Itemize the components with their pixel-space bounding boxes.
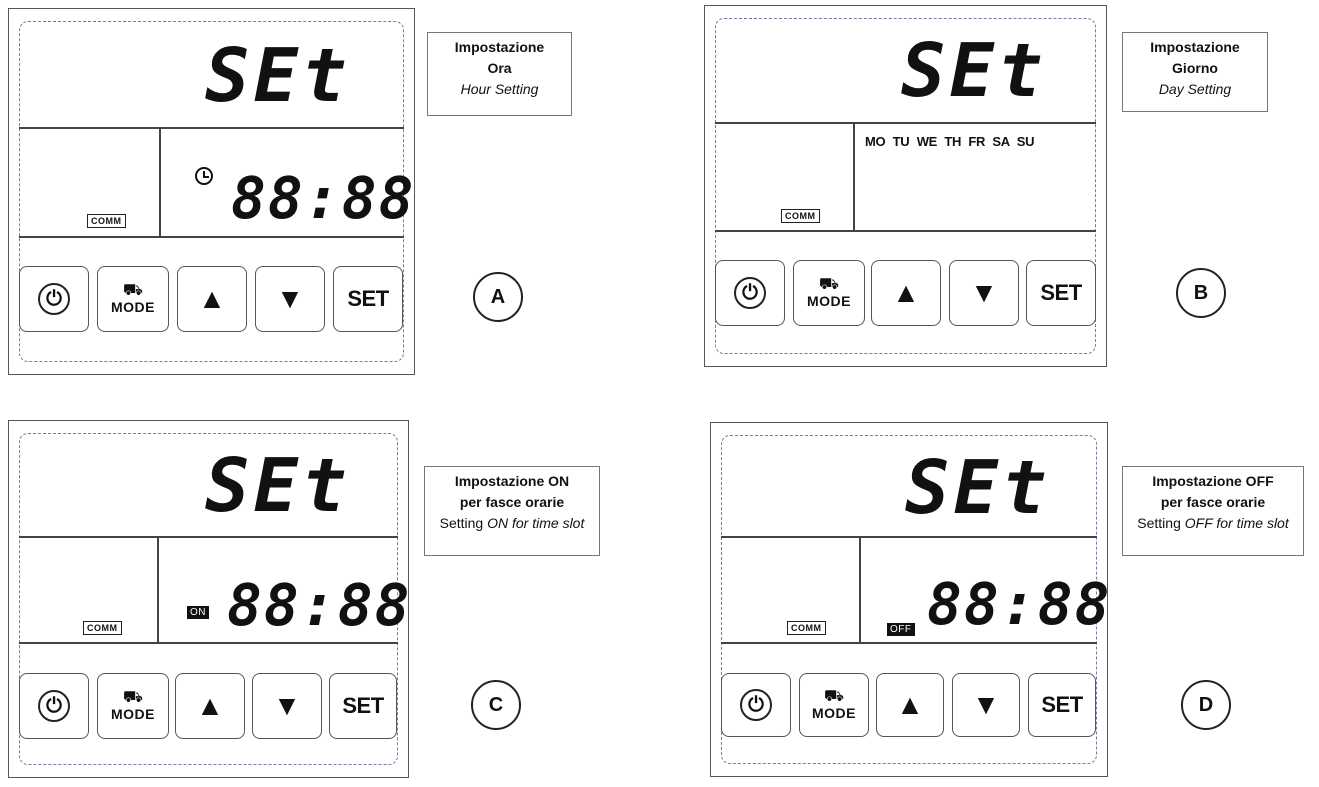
panel-letter-b: B bbox=[1176, 268, 1226, 318]
set-button[interactable]: SET bbox=[333, 266, 403, 332]
set-display: SEt bbox=[205, 443, 351, 529]
comm-indicator: COMM bbox=[781, 209, 820, 223]
callout-a-line2: Ora bbox=[487, 60, 512, 76]
up-button[interactable]: ▲ bbox=[876, 673, 944, 737]
callout-d-line1: Impostazione OFF bbox=[1152, 473, 1274, 489]
off-indicator: OFF bbox=[887, 623, 915, 636]
down-arrow-icon: ▼ bbox=[273, 690, 301, 721]
panel-letter-a: A bbox=[473, 272, 523, 322]
callout-c-line3-plain: Setting bbox=[439, 515, 488, 531]
callout-a-line3: Hour Setting bbox=[460, 81, 539, 97]
panel-letter-c: C bbox=[471, 680, 521, 730]
time-display: 88:88 bbox=[927, 570, 1112, 638]
mode-button[interactable]: ⛟ MODE bbox=[793, 260, 865, 326]
power-button[interactable]: ⏻ bbox=[19, 266, 89, 332]
callout-b-line1: Impostazione bbox=[1150, 39, 1240, 55]
callout-a-line1: Impostazione bbox=[454, 39, 545, 55]
up-arrow-icon: ▲ bbox=[892, 277, 920, 308]
set-display: SEt bbox=[905, 445, 1051, 531]
divider-upper bbox=[715, 122, 1096, 124]
divider-vertical bbox=[853, 124, 855, 230]
set-button-label: SET bbox=[1040, 280, 1082, 305]
callout-d-line3-plain: Setting bbox=[1137, 515, 1185, 531]
power-icon: ⏻ bbox=[38, 690, 70, 722]
thermostat-panel-a: SEt 88:88 COMM ⏻ ⛟ MODE ▲ ▼ SET bbox=[8, 8, 415, 375]
divider-upper bbox=[721, 536, 1097, 538]
set-button-label: SET bbox=[347, 286, 389, 311]
callout-d-line2: per fasce orarie bbox=[1160, 494, 1266, 510]
power-button[interactable]: ⏻ bbox=[721, 673, 791, 737]
mode-label: MODE bbox=[111, 706, 155, 722]
on-indicator: ON bbox=[187, 606, 209, 619]
power-button[interactable]: ⏻ bbox=[19, 673, 89, 739]
thermostat-panel-b: SEt MO TU WE TH FR SA SU COMM ⏻ ⛟ MODE ▲… bbox=[704, 5, 1107, 367]
mode-button[interactable]: ⛟ MODE bbox=[799, 673, 869, 737]
mode-label: MODE bbox=[807, 293, 851, 309]
fan-coil-icon: ⛟ bbox=[823, 688, 845, 705]
mode-button[interactable]: ⛟ MODE bbox=[97, 673, 169, 739]
down-arrow-icon: ▼ bbox=[276, 283, 304, 314]
callout-c-line3-italic: ON for time slot bbox=[487, 515, 585, 531]
set-button-label: SET bbox=[1041, 692, 1083, 717]
fan-coil-icon: ⛟ bbox=[122, 282, 144, 299]
callout-d-line3-italic: OFF for time slot bbox=[1184, 515, 1289, 531]
divider-vertical bbox=[157, 538, 159, 642]
down-arrow-icon: ▼ bbox=[970, 277, 998, 308]
thermostat-panel-d: SEt OFF 88:88 COMM ⏻ ⛟ MODE ▲ ▼ SET bbox=[710, 422, 1110, 777]
thermostat-panel-c: SEt ON 88:88 COMM ⏻ ⛟ MODE ▲ ▼ SET bbox=[8, 420, 412, 778]
down-arrow-icon: ▼ bbox=[972, 689, 1000, 720]
up-button[interactable]: ▲ bbox=[871, 260, 941, 326]
set-display: SEt bbox=[205, 33, 351, 119]
divider-lower bbox=[715, 230, 1096, 232]
power-button[interactable]: ⏻ bbox=[715, 260, 785, 326]
power-icon: ⏻ bbox=[734, 277, 766, 309]
mode-label: MODE bbox=[812, 705, 856, 721]
power-icon: ⏻ bbox=[740, 689, 772, 721]
callout-c-line1: Impostazione ON bbox=[454, 473, 570, 489]
fan-coil-icon: ⛟ bbox=[818, 276, 840, 293]
fan-coil-icon: ⛟ bbox=[122, 689, 144, 706]
callout-b-line3: Day Setting bbox=[1158, 81, 1232, 97]
divider-lower bbox=[19, 642, 398, 644]
mode-label: MODE bbox=[111, 299, 155, 315]
callout-d: Impostazione OFF per fasce orarie Settin… bbox=[1122, 466, 1304, 556]
callout-c-line2: per fasce orarie bbox=[459, 494, 565, 510]
down-button[interactable]: ▼ bbox=[252, 673, 322, 739]
set-button[interactable]: SET bbox=[329, 673, 397, 739]
set-button[interactable]: SET bbox=[1026, 260, 1096, 326]
comm-indicator: COMM bbox=[87, 214, 126, 228]
up-button[interactable]: ▲ bbox=[177, 266, 247, 332]
up-arrow-icon: ▲ bbox=[196, 690, 224, 721]
up-arrow-icon: ▲ bbox=[896, 689, 924, 720]
divider-upper bbox=[19, 127, 404, 129]
down-button[interactable]: ▼ bbox=[949, 260, 1019, 326]
comm-indicator: COMM bbox=[83, 621, 122, 635]
callout-b: Impostazione Giorno Day Setting bbox=[1122, 32, 1268, 112]
comm-indicator: COMM bbox=[787, 621, 826, 635]
time-display: 88:88 bbox=[227, 571, 412, 639]
up-arrow-icon: ▲ bbox=[198, 283, 226, 314]
time-display: 88:88 bbox=[231, 164, 416, 232]
clock-icon bbox=[195, 167, 213, 185]
divider-upper bbox=[19, 536, 398, 538]
set-button[interactable]: SET bbox=[1028, 673, 1096, 737]
divider-vertical bbox=[159, 129, 161, 237]
callout-a: Impostazione Ora Hour Setting bbox=[427, 32, 572, 116]
divider-lower bbox=[19, 236, 404, 238]
power-icon: ⏻ bbox=[38, 283, 70, 315]
up-button[interactable]: ▲ bbox=[175, 673, 245, 739]
down-button[interactable]: ▼ bbox=[255, 266, 325, 332]
set-button-label: SET bbox=[342, 693, 384, 718]
divider-vertical bbox=[859, 538, 861, 642]
divider-lower bbox=[721, 642, 1097, 644]
down-button[interactable]: ▼ bbox=[952, 673, 1020, 737]
panel-letter-d: D bbox=[1181, 680, 1231, 730]
weekday-row: MO TU WE TH FR SA SU bbox=[865, 134, 1035, 149]
callout-c: Impostazione ON per fasce orarie Setting… bbox=[424, 466, 600, 556]
mode-button[interactable]: ⛟ MODE bbox=[97, 266, 169, 332]
callout-b-line2: Giorno bbox=[1172, 60, 1218, 76]
set-display: SEt bbox=[901, 28, 1047, 114]
